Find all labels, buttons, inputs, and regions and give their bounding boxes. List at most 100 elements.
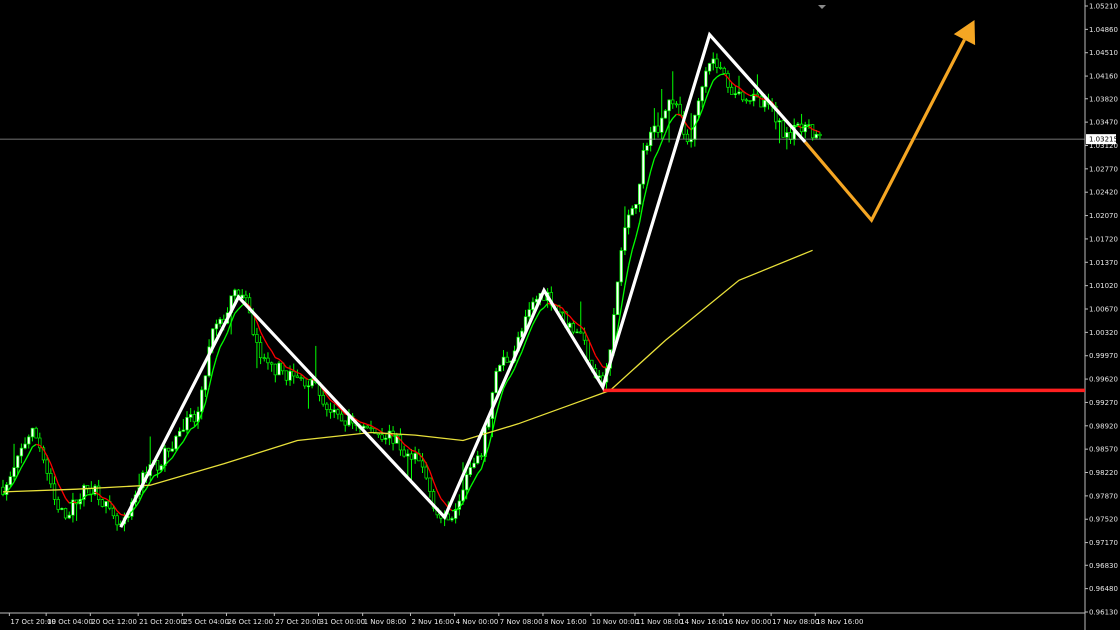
- candle-body: [641, 150, 645, 185]
- candle-body: [582, 332, 587, 341]
- candle-body: [163, 447, 167, 467]
- candle-body: [269, 362, 274, 365]
- price-tick-label: 0.98920: [1089, 422, 1118, 430]
- candle-body: [325, 403, 329, 410]
- candle-body: [498, 365, 502, 372]
- candle-body: [155, 460, 160, 471]
- candle: [615, 281, 620, 316]
- candle-body: [733, 93, 737, 95]
- candle-body: [192, 414, 197, 423]
- candle-body: [483, 426, 487, 457]
- candle: [277, 360, 281, 376]
- candle-body: [468, 467, 473, 475]
- candle-body: [299, 377, 303, 379]
- candle-body: [818, 133, 822, 137]
- candle-body: [807, 124, 811, 126]
- time-tick-label: 8 Nov 16:00: [544, 618, 587, 626]
- candle-body: [100, 499, 105, 507]
- candle-body: [328, 409, 333, 413]
- candle-body: [244, 294, 248, 299]
- candle-body: [586, 339, 590, 361]
- candle-body: [472, 462, 476, 468]
- price-tick-label: 1.03820: [1089, 95, 1118, 103]
- candle-body: [384, 437, 388, 440]
- candle-body: [803, 124, 807, 133]
- fast-ma-segment: [120, 513, 125, 517]
- price-tick-label: 1.02420: [1089, 189, 1118, 197]
- time-tick-label: 17 Nov 08:00: [772, 618, 819, 626]
- time-tick-label: 14 Nov 16:00: [680, 618, 727, 626]
- candle-body: [174, 435, 178, 450]
- candle-body: [288, 370, 292, 381]
- time-tick-label: 26 Oct 12:00: [227, 618, 273, 626]
- price-tick-label: 1.03470: [1089, 119, 1118, 127]
- candle: [63, 507, 68, 520]
- candle-body: [637, 183, 642, 205]
- price-tick-label: 1.04860: [1089, 26, 1118, 34]
- candle-body: [295, 375, 300, 378]
- price-tick-label: 0.97520: [1089, 516, 1118, 524]
- time-tick-label: 11 Nov 08:00: [636, 618, 683, 626]
- candle-body: [531, 301, 535, 310]
- candle-body: [413, 453, 417, 460]
- candle-body: [722, 67, 726, 74]
- candle-body: [575, 331, 579, 334]
- candle-body: [788, 132, 793, 140]
- candle-body: [744, 99, 749, 102]
- price-tick-label: 0.99620: [1089, 376, 1118, 384]
- candle-body: [696, 100, 701, 116]
- candle-body: [450, 518, 454, 521]
- candle-body: [652, 125, 657, 133]
- candle-body: [34, 427, 38, 439]
- candle-body: [700, 86, 704, 102]
- time-tick-label: 25 Oct 04:00: [183, 618, 229, 626]
- candle-body: [479, 455, 484, 458]
- candle-body: [30, 427, 35, 438]
- candle-body: [424, 466, 428, 479]
- price-chart[interactable]: 1.05210 1.04860 1.04510 1.04160 1.03820 1.034…: [0, 0, 1120, 630]
- candle: [498, 364, 502, 372]
- candle-body: [685, 133, 690, 143]
- candle-body: [494, 370, 498, 394]
- candle-body: [465, 474, 469, 491]
- candle-body: [667, 99, 671, 112]
- candle-body: [266, 357, 270, 364]
- candle-body: [707, 63, 712, 72]
- price-tick-label: 0.96480: [1089, 585, 1118, 593]
- candle-body: [277, 362, 281, 376]
- price-tick-label: 1.01020: [1089, 282, 1118, 290]
- candle-body: [619, 250, 623, 283]
- candle-body: [284, 370, 289, 381]
- candle-body: [656, 125, 660, 133]
- time-tick-label: 18 Nov 16:00: [816, 618, 863, 626]
- time-tick-label: 2 Nov 16:00: [411, 618, 454, 626]
- candle-body: [560, 311, 565, 314]
- price-tick-label: 1.00670: [1089, 306, 1118, 314]
- candle: [663, 109, 668, 119]
- candle-body: [748, 100, 752, 102]
- candle-body: [181, 429, 185, 432]
- candle-body: [420, 460, 425, 468]
- time-tick-label: 20 Oct 12:00: [91, 618, 137, 626]
- fast-ma-segment: [411, 449, 416, 452]
- candle-body: [737, 91, 741, 94]
- time-tick-label: 31 Oct 00:00: [319, 618, 365, 626]
- candle-body: [262, 357, 266, 360]
- candle-body: [23, 443, 27, 449]
- candle-body: [321, 394, 325, 405]
- candle-body: [255, 334, 259, 343]
- time-tick-label: 10 Nov 00:00: [592, 618, 639, 626]
- candle-body: [19, 447, 24, 457]
- candle-body: [777, 120, 782, 123]
- current-price-label[interactable]: 1.03215: [1089, 136, 1118, 144]
- candle: [174, 434, 178, 452]
- candle-body: [810, 124, 815, 139]
- candle-body: [170, 448, 174, 452]
- candle-body: [233, 289, 237, 297]
- candle-body: [303, 377, 307, 387]
- candle-body: [166, 447, 171, 452]
- candle-body: [674, 103, 679, 106]
- candle: [93, 483, 97, 496]
- fast-ma-segment: [76, 501, 81, 504]
- candle-body: [718, 67, 723, 69]
